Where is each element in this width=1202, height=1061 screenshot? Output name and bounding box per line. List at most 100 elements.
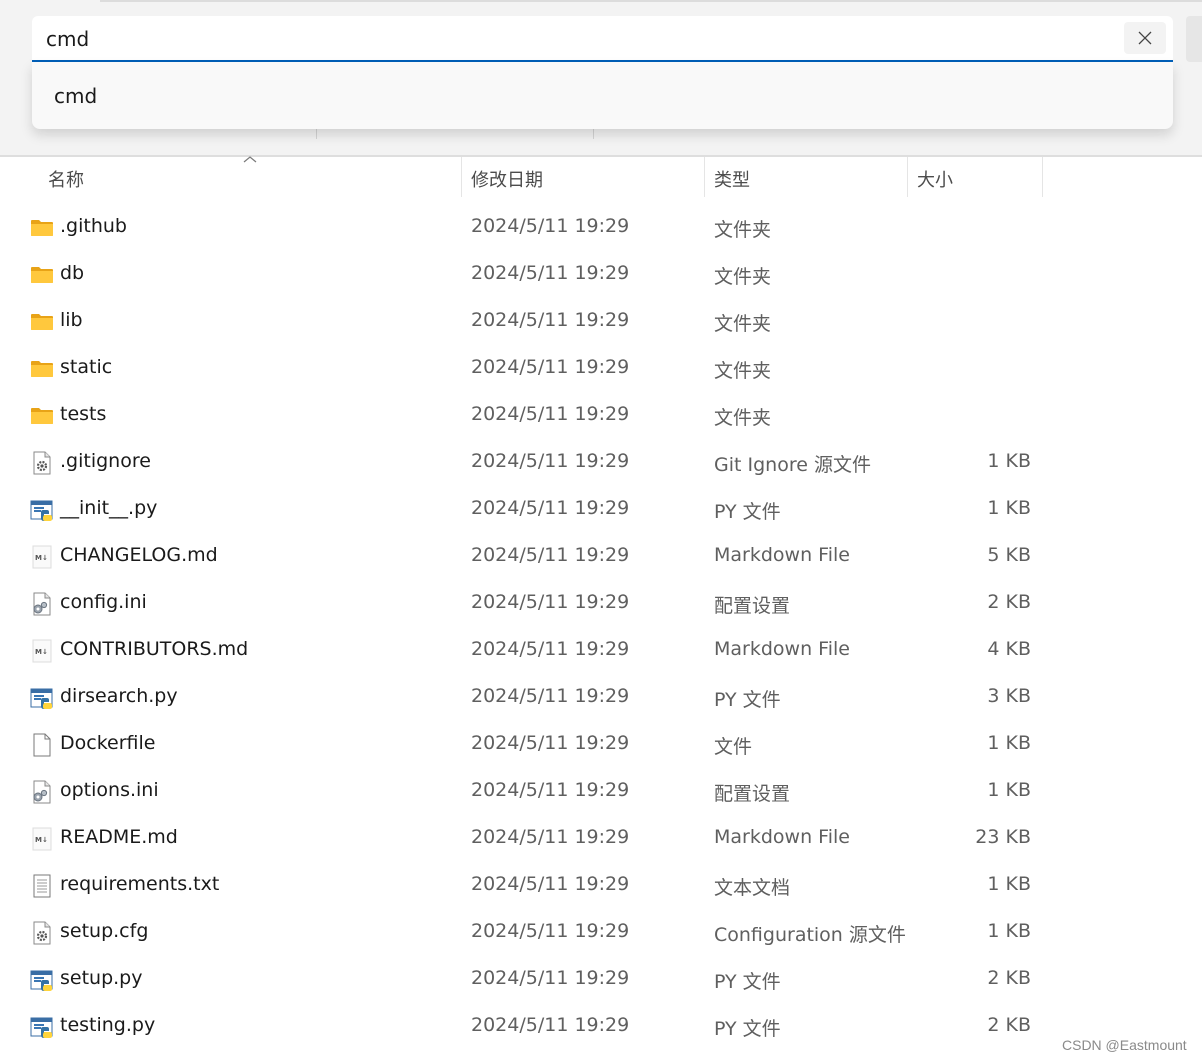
- file-type: Markdown File: [714, 638, 850, 660]
- file-type: PY 文件: [714, 689, 781, 711]
- file-row[interactable]: Dockerfile 2024/5/11 19:29 文件 1 KB: [0, 721, 1202, 768]
- folder-icon: [30, 310, 54, 334]
- column-header-modified[interactable]: 修改日期: [471, 166, 543, 192]
- file-row[interactable]: setup.py 2024/5/11 19:29 PY 文件 2 KB: [0, 956, 1202, 1003]
- file-modified: 2024/5/11 19:29: [471, 873, 630, 895]
- file-size: 3 KB: [987, 685, 1031, 707]
- file-type: Markdown File: [714, 826, 850, 848]
- file-name: Dockerfile: [60, 732, 156, 754]
- file-modified: 2024/5/11 19:29: [471, 591, 630, 613]
- file-modified: 2024/5/11 19:29: [471, 638, 630, 660]
- file-row[interactable]: requirements.txt 2024/5/11 19:29 文本文档 1 KB: [0, 862, 1202, 909]
- file-name: db: [60, 262, 85, 284]
- file-row[interactable]: options.ini 2024/5/11 19:29 配置设置 1 KB: [0, 768, 1202, 815]
- file-row[interactable]: dirsearch.py 2024/5/11 19:29 PY 文件 3 KB: [0, 674, 1202, 721]
- file-modified: 2024/5/11 19:29: [471, 450, 630, 472]
- file-row[interactable]: M↓ README.md 2024/5/11 19:29 Markdown File…: [0, 815, 1202, 862]
- file-name: config.ini: [60, 591, 147, 613]
- file-type: PY 文件: [714, 501, 781, 523]
- file-modified: 2024/5/11 19:29: [471, 262, 630, 284]
- file-type: Git Ignore 源文件: [714, 454, 871, 476]
- file-size: 1 KB: [987, 920, 1031, 942]
- file-name: lib: [60, 309, 83, 331]
- file-type: 文件夹: [714, 407, 772, 429]
- file-row[interactable]: db 2024/5/11 19:29 文件夹: [0, 251, 1202, 298]
- file-row[interactable]: M↓ CHANGELOG.md 2024/5/11 19:29 Markdown F…: [0, 533, 1202, 580]
- column-header-name[interactable]: 名称: [48, 166, 84, 192]
- toolbar-edge-button[interactable]: [1186, 16, 1202, 62]
- file-name: dirsearch.py: [60, 685, 178, 707]
- file-row[interactable]: static 2024/5/11 19:29 文件夹: [0, 345, 1202, 392]
- file-modified: 2024/5/11 19:29: [471, 732, 630, 754]
- tab-strip-edge: [100, 0, 1202, 2]
- file-modified: 2024/5/11 19:29: [471, 779, 630, 801]
- file-name: tests: [60, 403, 107, 425]
- address-search-box[interactable]: [32, 16, 1173, 62]
- sort-ascending-icon: [243, 156, 257, 163]
- file-modified: 2024/5/11 19:29: [471, 497, 630, 519]
- file-size: 2 KB: [987, 591, 1031, 613]
- file-name: README.md: [60, 826, 178, 848]
- file-modified: 2024/5/11 19:29: [471, 1014, 630, 1036]
- close-icon: [1138, 31, 1152, 45]
- file-row[interactable]: .github 2024/5/11 19:29 文件夹: [0, 204, 1202, 251]
- suggestion-dropdown: cmd: [32, 62, 1173, 129]
- suggestion-item[interactable]: cmd: [54, 84, 97, 108]
- folder-icon: [30, 263, 54, 287]
- file-type: Markdown File: [714, 544, 850, 566]
- column-divider[interactable]: [461, 157, 462, 197]
- folder-icon: [30, 216, 54, 240]
- markdown-file-icon: M↓: [30, 545, 54, 569]
- file-row[interactable]: .gitignore 2024/5/11 19:29 Git Ignore 源文件 1…: [0, 439, 1202, 486]
- file-type: 文件夹: [714, 360, 772, 382]
- file-modified: 2024/5/11 19:29: [471, 920, 630, 942]
- file-name: CONTRIBUTORS.md: [60, 638, 249, 660]
- file-size: 1 KB: [987, 779, 1031, 801]
- file-type: PY 文件: [714, 1018, 781, 1040]
- file-type: 文件夹: [714, 219, 772, 241]
- file-size: 4 KB: [987, 638, 1031, 660]
- file-type: 文本文档: [714, 877, 791, 899]
- column-divider[interactable]: [704, 157, 705, 197]
- file-modified: 2024/5/11 19:29: [471, 309, 630, 331]
- column-divider[interactable]: [907, 157, 908, 197]
- python-file-icon: [30, 968, 54, 992]
- divider: [0, 155, 1202, 157]
- file-modified: 2024/5/11 19:29: [471, 356, 630, 378]
- file-modified: 2024/5/11 19:29: [471, 826, 630, 848]
- markdown-file-icon: M↓: [30, 639, 54, 663]
- file-size: 1 KB: [987, 732, 1031, 754]
- file-modified: 2024/5/11 19:29: [471, 685, 630, 707]
- file-modified: 2024/5/11 19:29: [471, 967, 630, 989]
- text-file-icon: [30, 874, 54, 898]
- markdown-file-icon: M↓: [30, 827, 54, 851]
- file-name: options.ini: [60, 779, 159, 801]
- svg-text:M↓: M↓: [35, 554, 48, 562]
- file-name: testing.py: [60, 1014, 156, 1036]
- config-file-icon: [30, 451, 54, 475]
- file-row[interactable]: M↓ CONTRIBUTORS.md 2024/5/11 19:29 Markdow…: [0, 627, 1202, 674]
- file-size: 23 KB: [975, 826, 1031, 848]
- file-row[interactable]: setup.cfg 2024/5/11 19:29 Configuration 源文…: [0, 909, 1202, 956]
- file-type: PY 文件: [714, 971, 781, 993]
- file-row[interactable]: lib 2024/5/11 19:29 文件夹: [0, 298, 1202, 345]
- clear-button[interactable]: [1124, 22, 1166, 54]
- file-row[interactable]: __init__.py 2024/5/11 19:29 PY 文件 1 KB: [0, 486, 1202, 533]
- blank-file-icon: [30, 733, 54, 757]
- file-name: .gitignore: [60, 450, 151, 472]
- python-file-icon: [30, 686, 54, 710]
- python-file-icon: [30, 498, 54, 522]
- file-size: 1 KB: [987, 873, 1031, 895]
- address-input[interactable]: [46, 25, 1106, 53]
- column-header-type[interactable]: 类型: [714, 166, 750, 192]
- file-row[interactable]: tests 2024/5/11 19:29 文件夹: [0, 392, 1202, 439]
- column-header-size[interactable]: 大小: [917, 166, 953, 192]
- file-modified: 2024/5/11 19:29: [471, 215, 630, 237]
- svg-text:M↓: M↓: [35, 836, 48, 844]
- python-file-icon: [30, 1015, 54, 1039]
- column-divider[interactable]: [1042, 157, 1043, 197]
- file-row[interactable]: testing.py 2024/5/11 19:29 PY 文件 2 KB: [0, 1003, 1202, 1050]
- file-row[interactable]: config.ini 2024/5/11 19:29 配置设置 2 KB: [0, 580, 1202, 627]
- file-type: 文件: [714, 736, 753, 758]
- file-size: 1 KB: [987, 450, 1031, 472]
